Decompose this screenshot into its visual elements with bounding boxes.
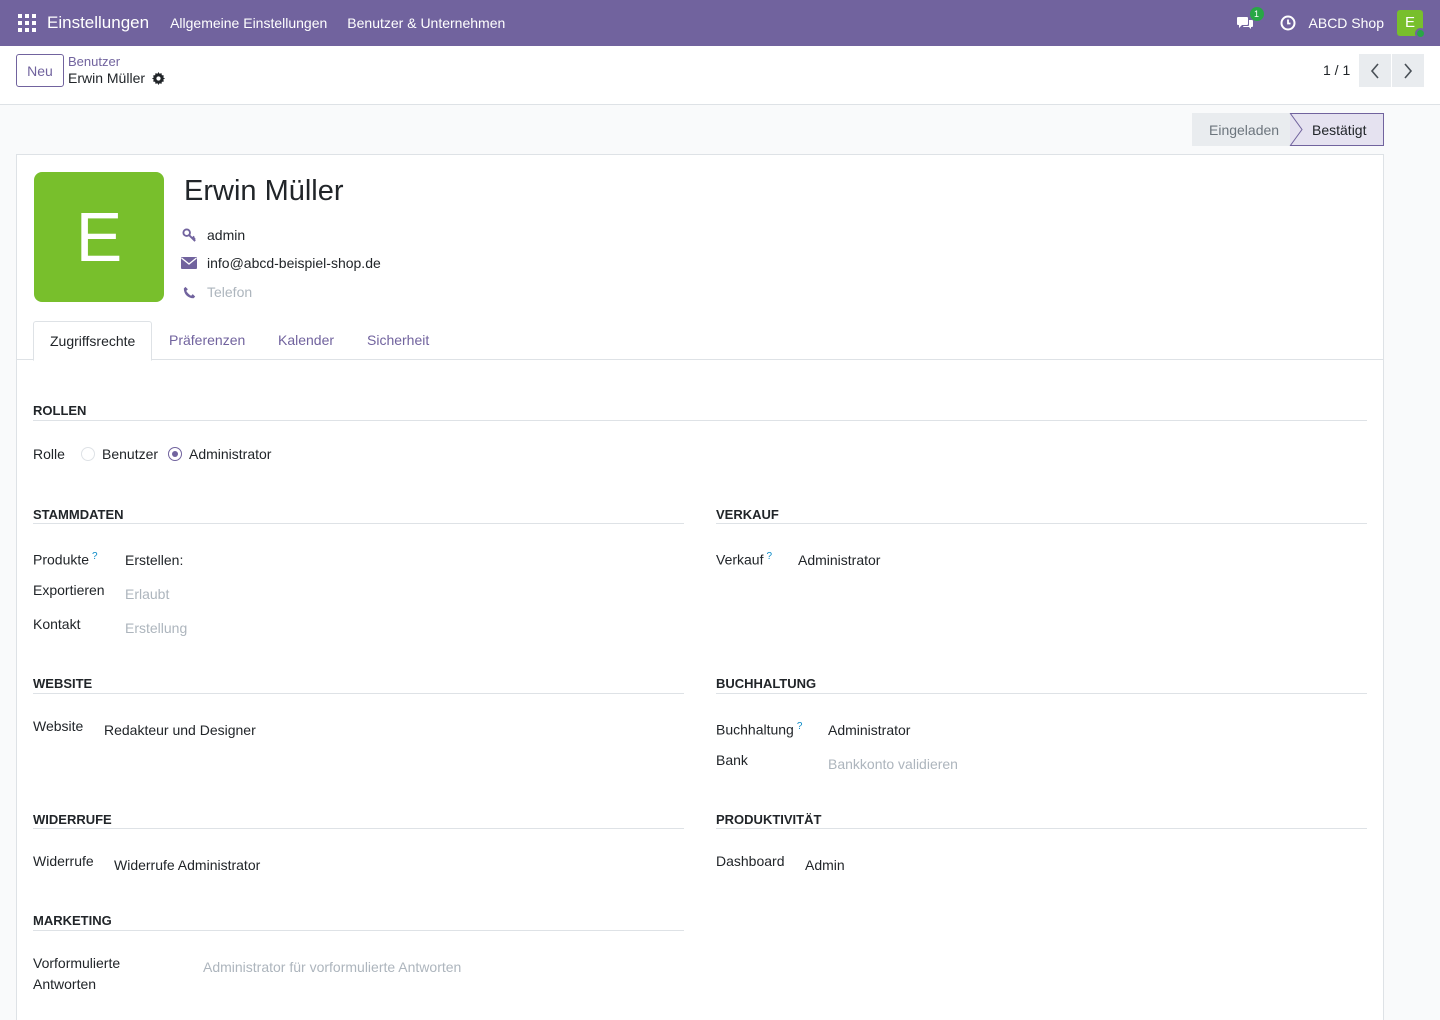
group-title-master-data: STAMMDATEN [33, 507, 124, 522]
pager-previous-button[interactable] [1359, 54, 1391, 87]
user-name-field[interactable]: Erwin Müller [184, 175, 344, 208]
group-divider [33, 828, 684, 829]
field-label-text: Produkte [33, 551, 90, 568]
key-icon [181, 227, 197, 243]
user-menu-avatar[interactable]: E [1397, 10, 1426, 39]
company-switcher[interactable]: ABCD Shop [1309, 15, 1384, 31]
role-option-user[interactable]: Benutzer [102, 444, 158, 465]
sales-value[interactable]: Administrator [798, 552, 880, 568]
website-value[interactable]: Redakteur und Designer [104, 722, 256, 738]
control-panel: Neu Benutzer Erwin Müller 1 / 1 [0, 46, 1440, 105]
help-tooltip-icon[interactable]: ? [797, 721, 803, 732]
chevron-right-icon [1404, 62, 1413, 79]
phone-row: Telefon [181, 284, 252, 300]
phone-icon [181, 286, 197, 299]
email-row: info@abcd-beispiel-shop.de [181, 255, 381, 271]
breadcrumb-current: Erwin Müller [68, 70, 166, 86]
app-name[interactable]: Einstellungen [47, 13, 149, 33]
group-title-sales: VERKAUF [716, 507, 779, 522]
breadcrumb-users[interactable]: Benutzer [68, 54, 120, 69]
field-label-products: Produkte? [33, 546, 98, 571]
field-label-canned-responses: Vorformulierte Antworten [33, 953, 120, 995]
group-divider [33, 420, 1367, 421]
form-sheet: E Erwin Müller admin info@abcd-beispiel-… [16, 154, 1384, 1020]
role-label: Rolle [33, 446, 65, 462]
pager-value[interactable]: 1 / 1 [1323, 62, 1350, 78]
breadcrumb-current-label: Erwin Müller [68, 70, 146, 86]
status-invited[interactable]: Eingeladen [1192, 113, 1290, 146]
tab-preferences[interactable]: Präferenzen [153, 321, 261, 360]
gear-icon[interactable] [152, 71, 166, 85]
envelope-icon [181, 257, 197, 269]
field-label-website: Website [33, 718, 84, 734]
avatar-letter: E [1404, 14, 1415, 31]
activity-clock-icon[interactable] [1280, 15, 1296, 31]
field-label-bank: Bank [716, 752, 748, 768]
pager-next-button[interactable] [1392, 54, 1424, 87]
email-field[interactable]: info@abcd-beispiel-shop.de [207, 255, 381, 271]
field-label-revocations: Widerrufe [33, 853, 94, 869]
group-divider [33, 930, 684, 931]
role-option-admin[interactable]: Administrator [189, 444, 271, 465]
export-field[interactable]: Erlaubt [125, 586, 169, 602]
group-title-revocations: WIDERRUFE [33, 812, 112, 827]
field-label-export: Exportieren [33, 582, 105, 598]
login-row: admin [181, 227, 245, 243]
help-tooltip-icon[interactable]: ? [92, 551, 98, 562]
field-label-text: Buchhaltung [716, 721, 794, 738]
message-count-badge: 1 [1249, 7, 1264, 21]
group-divider [716, 828, 1367, 829]
status-arrow-icon [1288, 113, 1303, 146]
top-navbar: Einstellungen Allgemeine Einstellungen B… [0, 0, 1440, 46]
revocations-value[interactable]: Widerrufe Administrator [114, 857, 260, 873]
group-title-website: WEBSITE [33, 676, 93, 691]
help-tooltip-icon[interactable]: ? [766, 551, 772, 562]
online-status-dot [1415, 28, 1426, 39]
group-divider [33, 523, 684, 524]
tab-security[interactable]: Sicherheit [351, 321, 445, 360]
field-label-line: Vorformulierte [33, 955, 121, 971]
notebook-tabs: Zugriffsrechte Präferenzen Kalender Sich… [17, 321, 1383, 361]
new-button[interactable]: Neu [16, 54, 64, 87]
group-divider [33, 693, 684, 694]
messaging-button[interactable]: 1 [1236, 7, 1264, 33]
canned-responses-field[interactable]: Administrator für vorformulierte Antwort… [203, 959, 461, 975]
field-label-accounting: Buchhaltung? [716, 716, 802, 741]
phone-field[interactable]: Telefon [207, 284, 252, 300]
products-value[interactable]: Erstellen: [125, 552, 183, 568]
group-title-roles: ROLLEN [33, 403, 87, 418]
field-label-dashboard: Dashboard [716, 853, 785, 869]
bank-field[interactable]: Bankkonto validieren [828, 756, 958, 772]
group-title-accounting: BUCHHALTUNG [716, 676, 817, 691]
tab-calendar[interactable]: Kalender [262, 321, 350, 360]
app-grid-icon[interactable] [18, 14, 36, 32]
menu-users-companies[interactable]: Benutzer & Unternehmen [347, 15, 505, 31]
field-label-text: Verkauf [716, 551, 764, 568]
group-title-productivity: PRODUKTIVITÄT [716, 812, 822, 827]
field-label-contact: Kontakt [33, 616, 81, 632]
chevron-left-icon [1370, 62, 1379, 79]
role-radio-user[interactable] [81, 447, 95, 461]
role-radio-admin[interactable] [168, 447, 182, 461]
field-label-line: Antworten [33, 976, 97, 992]
field-label-sales: Verkauf? [716, 546, 772, 571]
group-divider [716, 523, 1367, 524]
tab-access-rights[interactable]: Zugriffsrechte [33, 321, 153, 361]
user-avatar-image[interactable]: E [34, 172, 164, 302]
group-title-marketing: MARKETING [33, 913, 112, 928]
group-divider [716, 693, 1367, 694]
dashboard-value[interactable]: Admin [805, 857, 845, 873]
menu-general-settings[interactable]: Allgemeine Einstellungen [170, 15, 327, 31]
login-field[interactable]: admin [207, 227, 245, 243]
contact-field[interactable]: Erstellung [125, 620, 187, 636]
accounting-value[interactable]: Administrator [828, 722, 910, 738]
